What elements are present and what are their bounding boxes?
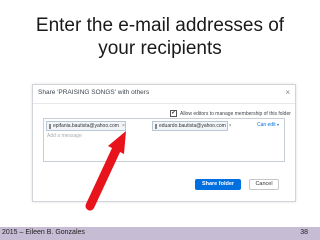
recipient-chip[interactable]: eduardo.bautista@yahoo.com × — [152, 121, 232, 131]
recipients-input[interactable]: epifania.bautista@yahoo.com × eduardo.ba… — [43, 118, 285, 162]
dialog-title: Share 'PRAISING SONGS' with others — [38, 89, 150, 96]
permission-label: Can edit — [256, 122, 276, 128]
message-field[interactable]: Add a message — [47, 133, 82, 139]
permission-dropdown[interactable]: Can edit ▾ — [257, 122, 279, 128]
slide-footer: 2015 – Eileen B. Gonzales 38 — [0, 227, 320, 240]
share-dialog: Share 'PRAISING SONGS' with others × ✔ A… — [32, 84, 296, 202]
allow-editors-checkbox[interactable]: ✔ — [170, 110, 177, 117]
remove-recipient-icon[interactable]: × — [229, 123, 232, 129]
cancel-button[interactable]: Cancel — [249, 179, 279, 190]
recipient-chip[interactable]: epifania.bautista@yahoo.com × — [46, 121, 126, 131]
slide-title: Enter the e-mail addresses of your recip… — [0, 14, 320, 60]
envelope-icon — [155, 123, 157, 129]
share-folder-button[interactable]: Share folder — [195, 179, 241, 190]
slide-title-line-2: your recipients — [98, 38, 222, 59]
envelope-icon — [49, 123, 51, 129]
footer-author: 2015 – Eileen B. Gonzales — [2, 229, 85, 236]
remove-recipient-icon[interactable]: × — [122, 123, 125, 129]
chevron-down-icon: ▾ — [276, 122, 279, 127]
page-number: 38 — [300, 229, 308, 236]
dialog-header: Share 'PRAISING SONGS' with others × — [33, 85, 295, 104]
allow-editors-label: Allow editors to manage membership of th… — [180, 110, 291, 117]
allow-editors-option[interactable]: ✔ Allow editors to manage membership of … — [170, 110, 291, 117]
slide-title-line-1: Enter the e-mail addresses of — [35, 15, 285, 36]
recipient-email: epifania.bautista@yahoo.com — [53, 123, 119, 129]
close-icon[interactable]: × — [285, 88, 290, 98]
recipient-email: eduardo.bautista@yahoo.com — [159, 123, 226, 129]
